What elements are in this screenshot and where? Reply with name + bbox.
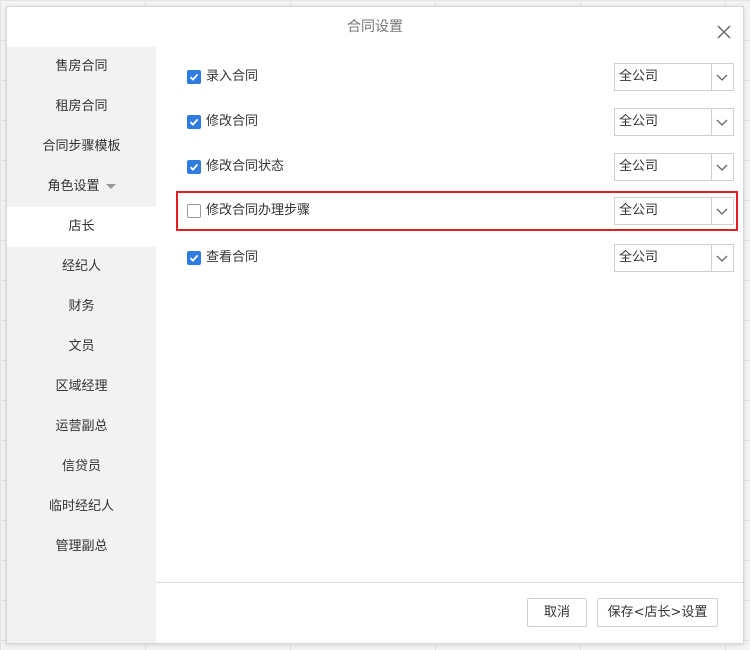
permission-checkbox[interactable] [187, 250, 201, 265]
caret-down-icon [105, 184, 116, 189]
permission-row-edit-contract-steps: 修改合同办理步骤 全公司 [176, 191, 738, 231]
chevron-down-icon[interactable] [711, 153, 733, 180]
sidebar-item-label: 区域经理 [55, 379, 108, 394]
sidebar-item-label: 租房合同 [55, 99, 108, 114]
sidebar: 售房合同 租房合同 合同步骤模板 角色设置 店长 经纪人 财务 文员 区域经理 … [7, 47, 156, 643]
permission-checkbox[interactable] [187, 114, 201, 129]
permission-row-view-contract: 查看合同 全公司 [156, 235, 743, 280]
chevron-down-icon[interactable] [711, 244, 733, 271]
sidebar-item-label: 管理副总 [55, 539, 108, 554]
scope-select[interactable]: 全公司 [614, 62, 734, 91]
scope-select-value: 全公司 [619, 158, 659, 174]
sidebar-item-area-manager[interactable]: 区域经理 [7, 367, 156, 407]
sidebar-item-finance[interactable]: 财务 [7, 287, 156, 327]
sidebar-item-label: 售房合同 [55, 59, 108, 74]
permission-label: 查看合同 [206, 250, 259, 265]
sidebar-item-label: 临时经纪人 [48, 499, 114, 514]
chevron-down-icon[interactable] [711, 63, 733, 90]
sidebar-item-role-settings[interactable]: 角色设置 [7, 167, 156, 207]
sidebar-item-sale-contract[interactable]: 售房合同 [7, 47, 156, 87]
permission-label: 修改合同办理步骤 [206, 203, 311, 218]
permission-row-edit-contract-status: 修改合同状态 全公司 [156, 144, 743, 189]
scope-select[interactable]: 全公司 [614, 243, 734, 272]
chevron-down-icon[interactable] [711, 198, 733, 224]
sidebar-item-clerk[interactable]: 文员 [7, 327, 156, 367]
permission-checkbox[interactable] [187, 204, 201, 218]
scope-select-value: 全公司 [619, 113, 659, 129]
cancel-button[interactable]: 取消 [527, 598, 587, 627]
close-icon[interactable] [715, 17, 733, 39]
sidebar-item-label: 角色设置 [47, 179, 100, 194]
sidebar-item-label: 合同步骤模板 [42, 139, 121, 154]
sidebar-item-loan-officer[interactable]: 信贷员 [7, 447, 156, 487]
permission-label: 录入合同 [206, 69, 259, 84]
sidebar-item-label: 文员 [68, 339, 95, 354]
sidebar-item-management-vp[interactable]: 管理副总 [7, 527, 156, 567]
dialog-header: 合同设置 [7, 7, 743, 48]
scope-select-value: 全公司 [619, 68, 659, 84]
permissions-panel: 录入合同 全公司 修改合同 全公司 修改合同状态 全公司 修改合同办理步骤 全公… [156, 47, 743, 583]
permission-label: 修改合同状态 [206, 159, 285, 174]
dialog-footer: 取消 保存<店长>设置 [156, 582, 743, 643]
permission-label: 修改合同 [206, 114, 259, 129]
permission-row-edit-contract: 修改合同 全公司 [156, 99, 743, 144]
chevron-down-icon[interactable] [711, 108, 733, 135]
permission-checkbox[interactable] [187, 159, 201, 174]
sidebar-item-label: 财务 [68, 299, 95, 314]
save-role-settings-button[interactable]: 保存<店长>设置 [597, 598, 718, 627]
scope-select[interactable]: 全公司 [614, 197, 734, 225]
contract-settings-dialog: 合同设置 售房合同 租房合同 合同步骤模板 角色设置 店长 经纪人 财务 文员 … [6, 6, 744, 644]
sidebar-item-contract-step-template[interactable]: 合同步骤模板 [7, 127, 156, 167]
dialog-title: 合同设置 [347, 19, 403, 35]
scope-select[interactable]: 全公司 [614, 107, 734, 136]
sidebar-item-agent[interactable]: 经纪人 [7, 247, 156, 287]
sidebar-item-label: 经纪人 [61, 259, 101, 274]
sidebar-item-temp-agent[interactable]: 临时经纪人 [7, 487, 156, 527]
scope-select-value: 全公司 [619, 203, 659, 218]
sidebar-item-label: 店长 [68, 219, 95, 234]
scope-select-value: 全公司 [619, 249, 659, 265]
sidebar-item-store-manager[interactable]: 店长 [7, 207, 156, 247]
permission-row-create-contract: 录入合同 全公司 [156, 54, 743, 99]
permission-checkbox[interactable] [187, 69, 201, 84]
sidebar-item-label: 运营副总 [55, 419, 108, 434]
sidebar-item-operations-vp[interactable]: 运营副总 [7, 407, 156, 447]
sidebar-item-label: 信贷员 [61, 459, 101, 474]
sidebar-item-rent-contract[interactable]: 租房合同 [7, 87, 156, 127]
scope-select[interactable]: 全公司 [614, 152, 734, 181]
